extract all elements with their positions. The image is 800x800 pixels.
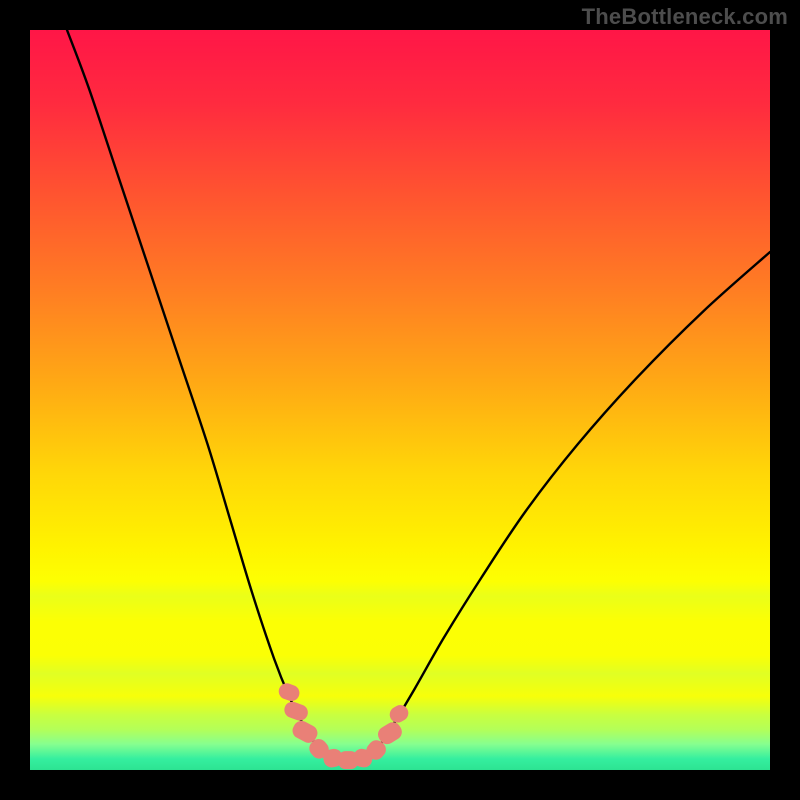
- curve-markers: [30, 30, 770, 770]
- curve-marker: [276, 681, 301, 703]
- plot-area: [30, 30, 770, 770]
- curve-marker: [282, 699, 310, 722]
- chart-stage: TheBottleneck.com: [0, 0, 800, 800]
- watermark-text: TheBottleneck.com: [582, 4, 788, 30]
